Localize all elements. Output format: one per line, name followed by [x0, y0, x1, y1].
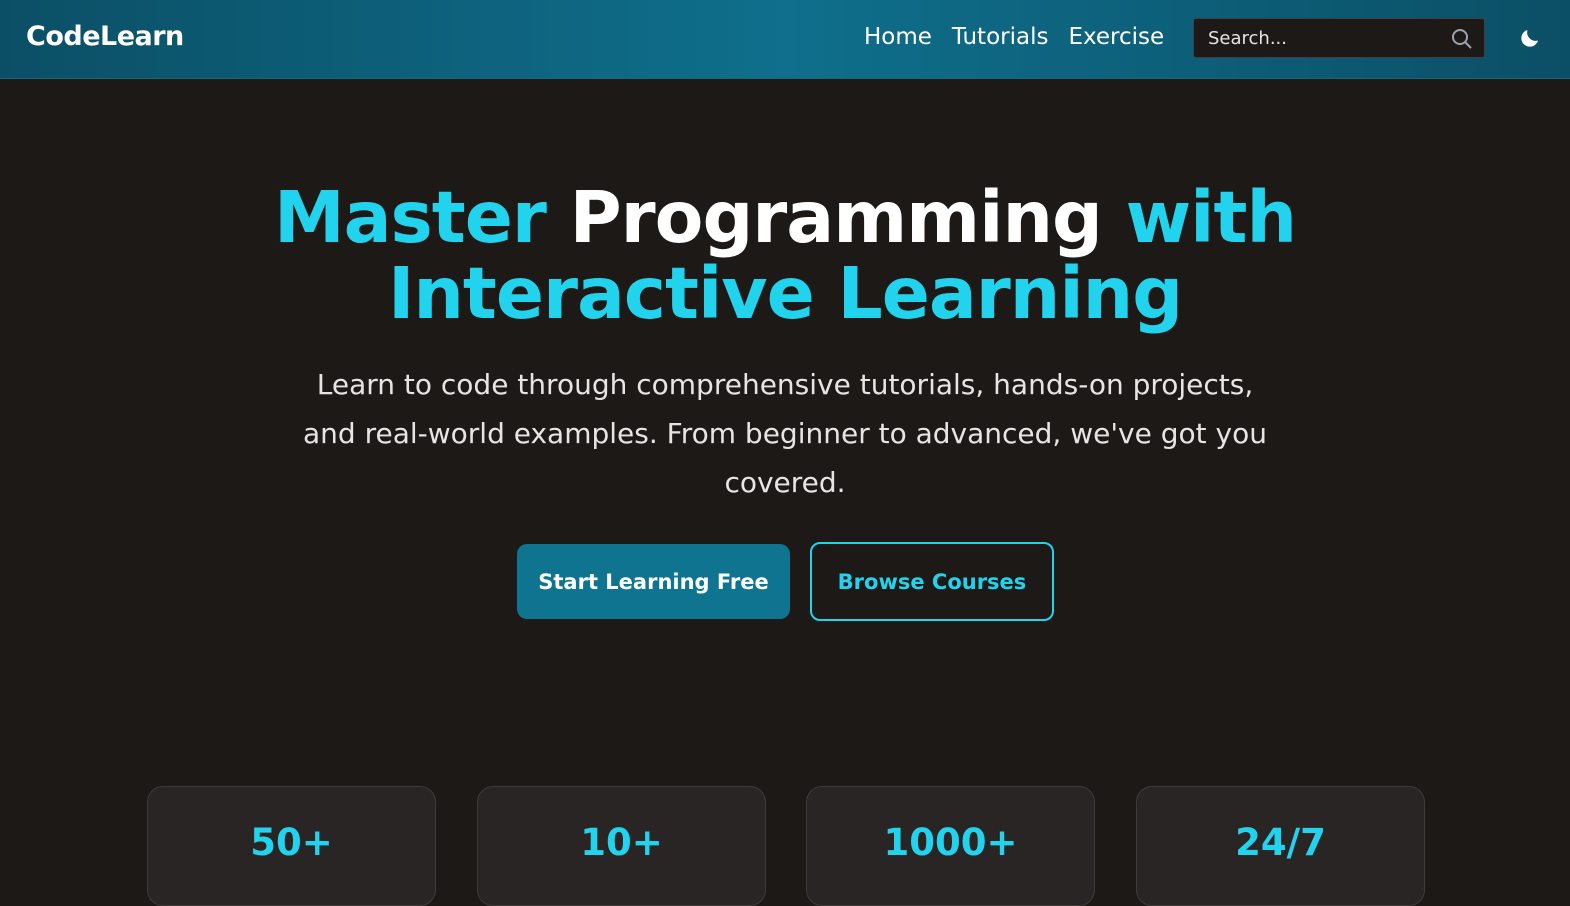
hero-title-interactive-learning: Interactive Learning — [387, 252, 1183, 335]
start-learning-button[interactable]: Start Learning Free — [517, 544, 790, 619]
search-icon[interactable] — [1450, 27, 1474, 51]
main-nav: Home Tutorials Exercise — [864, 24, 1164, 50]
nav-home[interactable]: Home — [864, 24, 932, 50]
stat-card-examples: 1000+ — [806, 786, 1095, 906]
nav-tutorials[interactable]: Tutorials — [952, 24, 1049, 50]
stat-value: 1000+ — [883, 821, 1018, 864]
moon-icon[interactable] — [1518, 26, 1542, 50]
stat-value: 50+ — [250, 821, 333, 864]
stat-card-access: 24/7 — [1136, 786, 1425, 906]
nav-exercise[interactable]: Exercise — [1068, 24, 1164, 50]
brand-logo[interactable]: CodeLearn — [26, 21, 184, 52]
stat-card-tutorials: 50+ — [147, 786, 436, 906]
browse-courses-button[interactable]: Browse Courses — [810, 542, 1054, 621]
hero-title-programming: Programming — [569, 176, 1103, 259]
stat-value: 24/7 — [1235, 821, 1326, 864]
stat-value: 10+ — [580, 821, 663, 864]
search-input[interactable] — [1194, 19, 1444, 57]
search-box — [1193, 18, 1485, 58]
hero-title: Master Programming with Interactive Lear… — [185, 180, 1385, 332]
navbar: CodeLearn Home Tutorials Exercise — [0, 0, 1570, 79]
hero-title-master: Master — [273, 176, 547, 259]
hero-title-with: with — [1125, 176, 1297, 259]
hero-description: Learn to code through comprehensive tuto… — [303, 368, 1267, 499]
stat-card-languages: 10+ — [477, 786, 766, 906]
